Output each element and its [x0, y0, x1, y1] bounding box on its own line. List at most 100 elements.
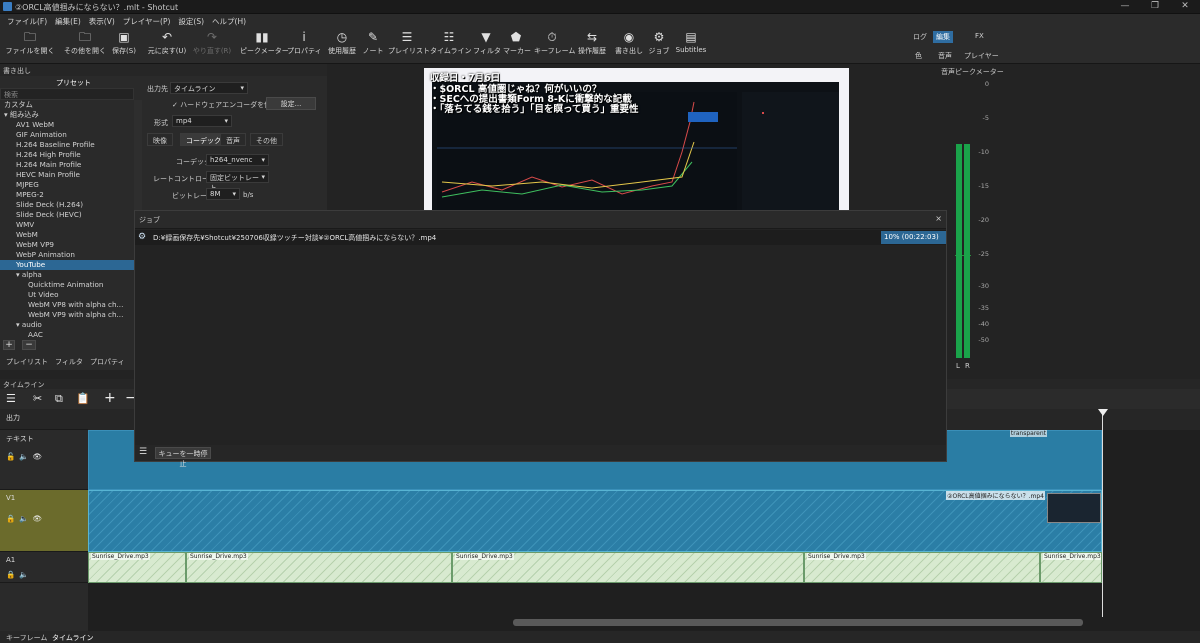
- preset-list-item[interactable]: H.264 High Profile: [0, 150, 134, 160]
- encoder-settings-button[interactable]: 設定...: [266, 97, 316, 110]
- preset-search-input[interactable]: 検索: [0, 88, 134, 100]
- menu-file[interactable]: ファイル(F): [3, 14, 51, 28]
- preset-list-item[interactable]: H.264 Baseline Profile: [0, 140, 134, 150]
- track-controls[interactable]: 🔒🔈: [6, 570, 33, 579]
- tab-other[interactable]: その他: [250, 133, 283, 146]
- audio-clip[interactable]: Sunrise_Drive.mp3: [804, 552, 1040, 583]
- menu-edit[interactable]: 編集(E): [51, 14, 85, 28]
- append-icon[interactable]: +: [104, 390, 116, 406]
- preset-list-item[interactable]: カスタム: [0, 100, 134, 110]
- job-row[interactable]: ⚙ D:¥録画保存先¥Shotcut¥250706収録ツッチー対談¥②ORCL高…: [135, 230, 946, 245]
- layout-fx[interactable]: FX: [972, 31, 987, 41]
- save-button[interactable]: ▣ 保存(S): [110, 30, 138, 62]
- track-controls[interactable]: 🔓🔈👁: [6, 452, 46, 461]
- preset-list-item[interactable]: ▾ audio: [0, 320, 134, 330]
- bitrate-input[interactable]: 8M ▾: [206, 188, 240, 200]
- open-other-button[interactable]: 🗀 その他を開く: [63, 30, 107, 62]
- filters-button[interactable]: ▼ フィルタ: [473, 30, 501, 62]
- properties-button[interactable]: i プロパティ: [287, 30, 322, 62]
- notes-button[interactable]: ✎ ノート: [362, 30, 384, 62]
- tab-filters[interactable]: フィルタ: [55, 357, 83, 367]
- preset-list-item[interactable]: AAC: [0, 330, 134, 340]
- preset-list-item[interactable]: Ut Video: [0, 290, 134, 300]
- timeline-horizontal-scrollbar[interactable]: [513, 619, 1083, 626]
- preset-list-item[interactable]: WebP Animation: [0, 250, 134, 260]
- preset-list-item[interactable]: MPEG-2: [0, 190, 134, 200]
- tab-audio[interactable]: 音声: [220, 133, 246, 146]
- peak-meter-button[interactable]: ▮▮ ピークメーター: [240, 30, 289, 62]
- preset-list-item[interactable]: WebM VP8 with alpha ch...: [0, 300, 134, 310]
- paste-icon[interactable]: 📋: [76, 392, 90, 405]
- text-track-header[interactable]: テキスト 🔓🔈👁: [0, 430, 88, 490]
- from-select[interactable]: タイムライン ▾: [170, 82, 248, 94]
- preset-list-item[interactable]: H.264 Main Profile: [0, 160, 134, 170]
- layout-log[interactable]: ログ: [910, 31, 930, 43]
- open-file-button[interactable]: 🗀 ファイルを開く: [4, 30, 56, 62]
- pause-queue-button[interactable]: キューを一時停止: [155, 447, 211, 468]
- keyframes-button[interactable]: ⏱ キーフレーム: [534, 30, 575, 62]
- audio-clip[interactable]: Sunrise_Drive.mp3: [88, 552, 186, 583]
- preset-list-item[interactable]: WebM VP9: [0, 240, 134, 250]
- a1-track-header[interactable]: A1 🔒🔈: [0, 552, 88, 583]
- minimize-icon[interactable]: —: [1110, 1, 1140, 13]
- hw-encoder-checkbox[interactable]: ✓ ハードウェアエンコーダを使用: [172, 100, 278, 110]
- menu-help[interactable]: ヘルプ(H): [208, 14, 250, 28]
- preset-list-item[interactable]: WMV: [0, 220, 134, 230]
- tab-properties[interactable]: プロパティ: [90, 357, 125, 367]
- tab-playlist[interactable]: プレイリスト: [6, 357, 48, 367]
- track-controls[interactable]: 🔒🔈👁: [6, 514, 46, 523]
- history-button[interactable]: ◷ 使用履歴: [325, 30, 359, 62]
- preset-list-item[interactable]: AV1 WebM: [0, 120, 134, 130]
- layout-edit[interactable]: 編集: [933, 31, 953, 43]
- codec-select[interactable]: h264_nvenc ▾: [206, 154, 269, 166]
- preset-list-item[interactable]: MJPEG: [0, 180, 134, 190]
- preset-list-item[interactable]: Slide Deck (HEVC): [0, 210, 134, 220]
- menu-player[interactable]: プレイヤー(P): [119, 14, 175, 28]
- audio-clip[interactable]: Sunrise_Drive.mp3: [1040, 552, 1102, 583]
- video-clip[interactable]: ②ORCL高値掴みにならない？.mp4: [88, 490, 1102, 552]
- tab-timeline[interactable]: タイムライン: [52, 633, 94, 643]
- undo-button[interactable]: ↶ 元に戻す(U): [146, 30, 188, 62]
- audio-clip[interactable]: Sunrise_Drive.mp3: [186, 552, 452, 583]
- markers-button[interactable]: ⬟ マーカー: [503, 30, 531, 62]
- audio-clip[interactable]: Sunrise_Drive.mp3: [452, 552, 804, 583]
- preset-list-item[interactable]: ▾ 組み込み: [0, 110, 134, 120]
- redo-button[interactable]: ↷ やり直す(R): [192, 30, 232, 62]
- maximize-icon[interactable]: ❐: [1140, 1, 1170, 13]
- preset-list-item[interactable]: Quicktime Animation: [0, 280, 134, 290]
- timeline-menu-icon[interactable]: ☰: [6, 392, 16, 405]
- preset-list-item[interactable]: HEVC Main Profile: [0, 170, 134, 180]
- close-icon[interactable]: ✕: [1170, 1, 1200, 13]
- layout-player[interactable]: プレイヤー: [961, 50, 1002, 62]
- preset-list-item[interactable]: YouTube: [0, 260, 134, 270]
- playhead-handle-icon[interactable]: [1098, 409, 1108, 416]
- cut-icon[interactable]: ✂: [33, 392, 42, 405]
- layout-audio[interactable]: 音声: [935, 50, 955, 62]
- playhead[interactable]: [1102, 409, 1103, 617]
- jobs-button[interactable]: ⚙ ジョブ: [648, 30, 670, 62]
- preset-list-item[interactable]: WebM VP9 with alpha ch...: [0, 310, 134, 320]
- timeline-button[interactable]: ☷ タイムライン: [430, 30, 472, 62]
- preset-list-item[interactable]: WebM: [0, 230, 134, 240]
- export-button[interactable]: ◉ 書き出し: [614, 30, 644, 62]
- remove-preset-button[interactable]: −: [22, 340, 36, 350]
- menu-settings[interactable]: 設定(S): [174, 14, 208, 28]
- preset-list-item[interactable]: Slide Deck (H.264): [0, 200, 134, 210]
- tab-keyframes[interactable]: キーフレーム: [6, 633, 47, 643]
- layout-color[interactable]: 色: [912, 50, 925, 62]
- copy-icon[interactable]: ⧉: [55, 392, 63, 406]
- close-icon[interactable]: ×: [935, 214, 942, 223]
- preset-list-item[interactable]: GIF Animation: [0, 130, 134, 140]
- format-select[interactable]: mp4 ▾: [172, 115, 232, 127]
- playlist-button[interactable]: ☰ プレイリスト: [388, 30, 430, 62]
- v1-track-header[interactable]: V1 🔒🔈👁: [0, 490, 88, 552]
- op-history-button[interactable]: ⇆ 操作履歴: [574, 30, 610, 62]
- preset-list-item[interactable]: ▾ alpha: [0, 270, 134, 280]
- tab-video[interactable]: 映像: [147, 133, 173, 146]
- add-preset-button[interactable]: +: [3, 340, 15, 350]
- jobs-menu-icon[interactable]: ☰: [139, 447, 147, 457]
- rate-control-select[interactable]: 固定ビットレート▾: [206, 171, 269, 192]
- menu-view[interactable]: 表示(V): [85, 14, 119, 28]
- video-preview[interactable]: 収録日・7月6日 ・$ORCL 高値圏じゃね？何がいいの？ ・SECへの提出書類…: [424, 68, 849, 216]
- subtitles-button[interactable]: ▤ Subtitles: [674, 30, 708, 62]
